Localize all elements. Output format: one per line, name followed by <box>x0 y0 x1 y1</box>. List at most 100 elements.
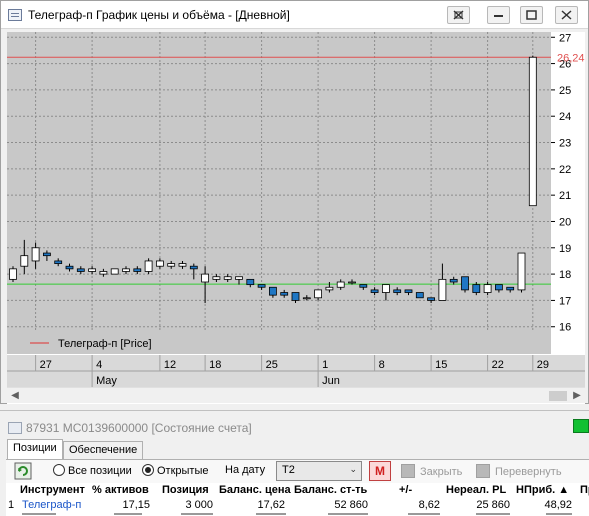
col-nprib[interactable]: НПриб. ▲ <box>516 484 578 496</box>
plot-background <box>7 32 551 332</box>
candle-body <box>528 56 537 207</box>
candle-body <box>189 265 198 270</box>
col-instrument[interactable]: Инструмент <box>20 484 92 496</box>
candle-body <box>99 271 108 275</box>
reverse-position-button[interactable]: Перевернуть <box>476 464 562 478</box>
minimize-icon[interactable] <box>487 6 510 24</box>
candle-body <box>348 281 356 284</box>
cell-instrument: Телеграф-п <box>22 499 82 511</box>
candle-body <box>483 284 492 293</box>
candle-body <box>494 284 503 291</box>
positions-toolbar: Все позиции Открытые На дату T2 ⌄ M Закр… <box>6 459 589 483</box>
candle-body <box>201 273 210 283</box>
candle-body <box>517 252 526 291</box>
title-bar: Телеграф-п График цены и объёма - [Дневн… <box>1 1 588 29</box>
col-pr[interactable]: Пр <box>580 484 589 496</box>
candle-body <box>325 286 334 291</box>
candle-body <box>167 263 176 267</box>
candle-body <box>246 278 255 286</box>
restore-icon[interactable] <box>447 6 470 24</box>
col-pct-assets[interactable]: % активов <box>92 484 158 496</box>
candle-body <box>415 292 424 299</box>
all-positions-label: Все позиции <box>68 465 132 477</box>
radio-open-positions[interactable]: Открытые <box>142 464 209 477</box>
candle-body <box>370 289 379 293</box>
y-tick-label: 24 <box>559 111 571 123</box>
candle-body <box>65 265 74 270</box>
x-month-label: Jun <box>322 375 340 387</box>
x-day-label: 25 <box>266 359 278 371</box>
candle-body <box>212 276 221 280</box>
candle-body <box>393 289 402 293</box>
candle-body <box>43 252 51 257</box>
refresh-icon[interactable] <box>14 462 32 483</box>
candle-body <box>76 268 85 272</box>
chevron-down-icon: ⌄ <box>349 464 357 474</box>
y-tick-label: 17 <box>559 295 571 307</box>
reverse-position-label: Перевернуть <box>495 466 562 478</box>
tab-positions[interactable]: Позиции <box>7 439 63 459</box>
candle-body <box>506 286 515 291</box>
candle-body <box>302 297 311 300</box>
candle-body <box>336 281 345 288</box>
status-indicator <box>573 419 589 433</box>
account-panel: 87931 MC0139600000 [Состояние счета] Поз… <box>0 410 589 516</box>
candle-body <box>268 286 277 296</box>
col-balance-price[interactable]: Баланс. цена <box>219 484 291 496</box>
col-diff[interactable]: +/- <box>399 484 429 496</box>
x-day-label: 8 <box>379 359 385 371</box>
x-month-label: May <box>96 375 117 387</box>
candle-body <box>122 268 130 272</box>
scroll-right-icon[interactable]: ▶ <box>569 388 585 404</box>
candle-body <box>314 289 323 299</box>
table-row[interactable]: 1 Телеграф-п 17,15 3 000 17,62 52 860 8,… <box>6 499 589 513</box>
x-day-label: 22 <box>492 359 504 371</box>
candle-body <box>381 284 390 293</box>
candle-body <box>54 260 63 264</box>
y-tick-label: 25 <box>559 85 571 97</box>
candle-body <box>133 268 142 272</box>
tab-collateral[interactable]: Обеспечение <box>63 441 144 459</box>
last-price-label: 26,24 <box>557 52 585 64</box>
cell-balance-price: 17,62 <box>257 499 285 511</box>
col-position[interactable]: Позиция <box>162 484 218 496</box>
col-unrealized-pl[interactable]: Нереал. PL <box>446 484 512 496</box>
candle-body <box>438 278 447 301</box>
m-button[interactable]: M <box>369 461 391 481</box>
horizontal-scrollbar[interactable]: ◀ ▶ <box>7 387 585 403</box>
cell-balance-value: 52 860 <box>334 499 368 511</box>
panel-title: 87931 MC0139600000 [Состояние счета] <box>8 421 252 435</box>
x-day-label: 18 <box>209 359 221 371</box>
date-select[interactable]: T2 ⌄ <box>276 461 362 481</box>
chart-window-icon <box>8 9 22 21</box>
date-select-value: T2 <box>282 464 295 476</box>
x-day-label: 1 <box>322 359 328 371</box>
x-day-label: 12 <box>164 359 176 371</box>
x-day-label: 27 <box>40 359 52 371</box>
cell-position: 3 000 <box>185 499 213 511</box>
maximize-icon[interactable] <box>520 6 543 24</box>
close-icon[interactable] <box>555 6 578 24</box>
candle-body <box>461 276 469 291</box>
open-positions-label: Открытые <box>157 465 209 477</box>
account-icon <box>8 422 22 434</box>
price-chart[interactable]: 16 17 18 19 20 21 22 23 24 25 26 27 26,24 Телеграф-п… <box>7 32 585 404</box>
panel-title-text: 87931 MC0139600000 [Состояние счета] <box>26 421 252 435</box>
col-balance-value[interactable]: Баланс. ст-ть <box>294 484 374 496</box>
scroll-thumb[interactable] <box>549 391 567 401</box>
y-tick-label: 20 <box>559 216 571 228</box>
close-position-label: Закрыть <box>420 466 463 478</box>
scroll-left-icon[interactable]: ◀ <box>7 388 23 404</box>
candle-body <box>280 292 289 296</box>
candle-body <box>144 260 153 272</box>
cell-unrealized-pl: 25 860 <box>476 499 510 511</box>
radio-all-positions[interactable]: Все позиции <box>53 464 132 477</box>
y-tick-label: 23 <box>559 138 571 150</box>
x-day-label: 15 <box>435 359 447 371</box>
candle-body <box>178 263 187 267</box>
window-title: Телеграф-п График цены и объёма - [Дневн… <box>28 8 290 22</box>
candle-body <box>155 260 164 267</box>
cell-nprib: 48,92 <box>544 499 572 511</box>
close-position-button[interactable]: Закрыть <box>401 464 462 478</box>
candle-body <box>359 284 368 288</box>
